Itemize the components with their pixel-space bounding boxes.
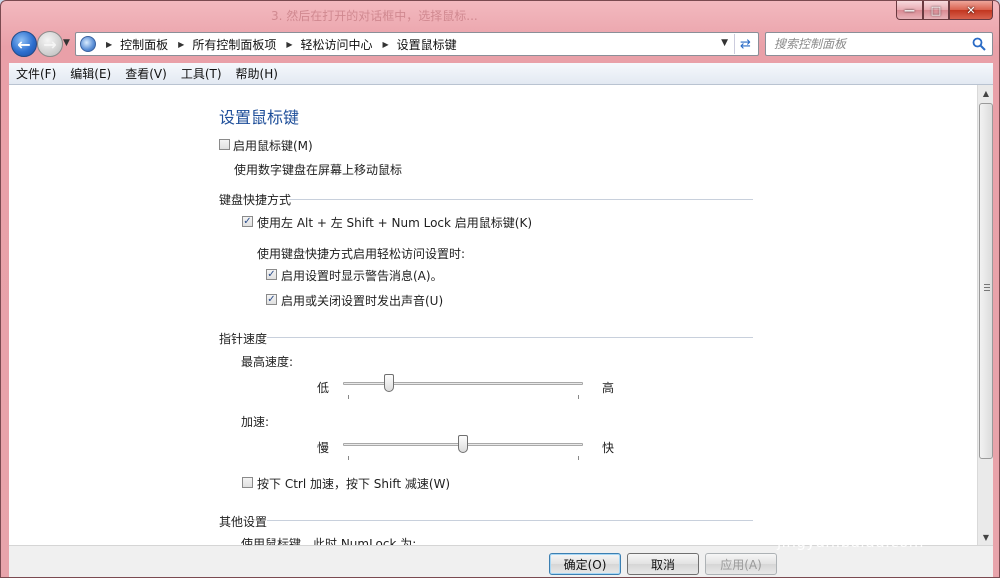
grip-icon xyxy=(984,284,990,291)
enable-mousekeys-checkbox[interactable] xyxy=(219,139,230,150)
slider-tick xyxy=(578,456,579,460)
show-warning-label[interactable]: 启用设置时显示警告消息(A)。 xyxy=(281,267,443,284)
scroll-down-button[interactable]: ▼ xyxy=(978,529,994,545)
slider-track xyxy=(343,382,583,385)
menu-file[interactable]: 文件(F) xyxy=(9,65,63,82)
breadcrumb-label: 控制面板 xyxy=(120,37,169,52)
close-button[interactable]: ✕ xyxy=(949,1,993,20)
search-input[interactable] xyxy=(772,36,962,52)
address-bar[interactable]: ▶ 控制面板 ▶ 所有控制面板项 ▶ 轻松访问中心 ▶ 设置鼠标键 ▼ ⇄ xyxy=(75,32,759,56)
enable-mousekeys-description: 使用数字键盘在屏幕上移动鼠标 xyxy=(234,163,403,177)
minimize-button[interactable]: — xyxy=(896,1,923,20)
shortcut-enable-label[interactable]: 使用左 Alt + 左 Shift + Num Lock 启用鼠标键(K) xyxy=(257,214,532,231)
shortcut-section-heading: 键盘快捷方式 xyxy=(219,193,292,207)
other-settings-section-heading: 其他设置 xyxy=(219,515,268,529)
chevron-down-icon: ▼ xyxy=(63,38,70,48)
recent-pages-dropdown[interactable]: ▼ xyxy=(63,38,70,48)
pointer-speed-section-heading: 指针速度 xyxy=(219,332,268,346)
close-icon: ✕ xyxy=(966,3,976,17)
acceleration-label: 加速: xyxy=(241,415,270,429)
arrow-left-icon: ← xyxy=(17,34,31,54)
breadcrumb-label: 设置鼠标键 xyxy=(396,37,457,52)
ctrl-shift-checkbox[interactable] xyxy=(242,477,253,488)
menu-help[interactable]: 帮助(H) xyxy=(229,65,285,82)
scroll-up-button[interactable]: ▲ xyxy=(978,85,994,101)
chevron-down-icon: ▼ xyxy=(721,38,728,48)
breadcrumb-separator-icon: ▶ xyxy=(286,39,293,49)
apply-button[interactable]: 应用(A) xyxy=(705,553,777,575)
caption-buttons: — □ ✕ xyxy=(896,1,993,20)
enable-mousekeys-label[interactable]: 启用鼠标键(M) xyxy=(233,137,313,154)
acceleration-fast-label: 快 xyxy=(602,441,615,455)
baidu-watermark: Bai 经验 xyxy=(769,487,893,531)
refresh-button[interactable]: ⇄ xyxy=(734,34,756,54)
shortcut-sub-label: 使用键盘快捷方式启用轻松访问设置时: xyxy=(257,247,466,261)
slider-thumb[interactable] xyxy=(458,435,468,453)
breadcrumb-3[interactable]: ▶ 设置鼠标键 xyxy=(373,36,457,53)
breadcrumb-separator-icon: ▶ xyxy=(382,39,389,49)
control-panel-window: 3. 然后在打开的对话框中，选择鼠标... — □ ✕ ← → ▼ ▶ 控制面板… xyxy=(0,0,1000,578)
refresh-icon: ⇄ xyxy=(740,36,751,52)
play-sound-label[interactable]: 启用或关闭设置时发出声音(U) xyxy=(281,292,443,309)
arrow-right-icon: → xyxy=(43,34,57,54)
watermark-text: Bai 经验 xyxy=(769,495,893,530)
search-box xyxy=(765,32,993,56)
cancel-button[interactable]: 取消 xyxy=(627,553,699,575)
navigation-row: ← → ▼ ▶ 控制面板 ▶ 所有控制面板项 ▶ 轻松访问中心 ▶ 设置鼠标键 … xyxy=(1,29,999,59)
menu-bar: 文件(F) 编辑(E) 查看(V) 工具(T) 帮助(H) xyxy=(9,63,993,85)
control-panel-icon xyxy=(80,36,96,52)
top-speed-label: 最高速度: xyxy=(241,355,294,369)
breadcrumb-0[interactable]: ▶ 控制面板 xyxy=(96,36,168,53)
breadcrumb-separator-icon: ▶ xyxy=(178,39,185,49)
title-bar: 3. 然后在打开的对话框中，选择鼠标... — □ ✕ xyxy=(1,1,999,27)
section-divider xyxy=(267,520,753,521)
slider-tick xyxy=(348,395,349,399)
arrow-down-icon: ▼ xyxy=(982,532,990,542)
slider-thumb[interactable] xyxy=(384,374,395,392)
shortcut-enable-checkbox[interactable]: ✓ xyxy=(242,216,253,227)
window-title: 3. 然后在打开的对话框中，选择鼠标... xyxy=(271,9,478,23)
play-sound-checkbox[interactable]: ✓ xyxy=(266,294,277,305)
slider-tick xyxy=(578,395,579,399)
content-pane: 设置鼠标键 启用鼠标键(M) 使用数字键盘在屏幕上移动鼠标 键盘快捷方式 ✓ 使… xyxy=(9,85,977,545)
vertical-scrollbar[interactable]: ▲ ▼ xyxy=(977,85,993,545)
top-speed-low-label: 低 xyxy=(317,381,330,395)
section-divider xyxy=(289,199,753,200)
minimize-icon: — xyxy=(904,3,915,17)
top-speed-high-label: 高 xyxy=(602,381,615,395)
show-warning-checkbox[interactable]: ✓ xyxy=(266,269,277,280)
maximize-icon: □ xyxy=(930,3,942,17)
forward-button[interactable]: → xyxy=(37,31,63,57)
breadcrumb-separator-icon: ▶ xyxy=(106,39,113,49)
scroll-thumb[interactable] xyxy=(979,103,993,459)
ctrl-shift-label[interactable]: 按下 Ctrl 加速，按下 Shift 减速(W) xyxy=(257,475,450,492)
page-title: 设置鼠标键 xyxy=(219,108,300,127)
numlock-label: 使用鼠标键，此时 NumLock 为: xyxy=(241,537,417,545)
maximize-button[interactable]: □ xyxy=(923,1,949,20)
acceleration-slow-label: 慢 xyxy=(317,441,330,455)
menu-edit[interactable]: 编辑(E) xyxy=(63,65,118,82)
breadcrumb-1[interactable]: ▶ 所有控制面板项 xyxy=(168,36,276,53)
breadcrumb-2[interactable]: ▶ 轻松访问中心 xyxy=(276,36,372,53)
menu-tools[interactable]: 工具(T) xyxy=(174,65,229,82)
address-dropdown[interactable]: ▼ xyxy=(721,38,728,48)
top-speed-slider[interactable] xyxy=(343,374,583,399)
arrow-up-icon: ▲ xyxy=(982,88,990,98)
watermark-url: jingyan.baidu.com xyxy=(777,533,924,551)
ok-button[interactable]: 确定(O) xyxy=(549,553,621,575)
breadcrumb-label: 轻松访问中心 xyxy=(300,37,373,52)
acceleration-slider[interactable] xyxy=(343,435,583,460)
menu-view[interactable]: 查看(V) xyxy=(118,65,174,82)
slider-tick xyxy=(348,456,349,460)
section-divider xyxy=(267,337,753,338)
back-button[interactable]: ← xyxy=(11,31,37,57)
search-icon[interactable] xyxy=(972,37,986,51)
breadcrumb-label: 所有控制面板项 xyxy=(192,37,277,52)
